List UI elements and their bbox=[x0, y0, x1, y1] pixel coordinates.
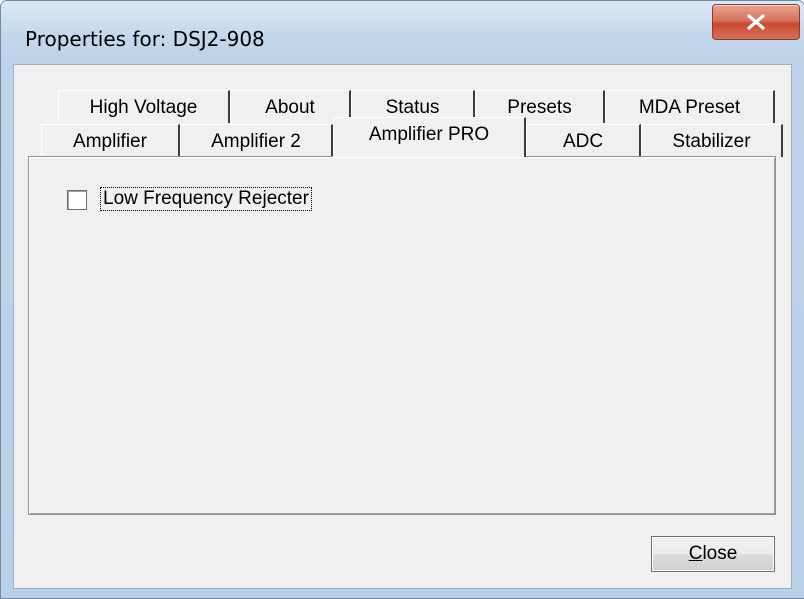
tab-label: Amplifier bbox=[73, 131, 147, 152]
tab-label: About bbox=[265, 97, 315, 118]
tab-amplifier-2[interactable]: Amplifier 2 bbox=[180, 124, 333, 157]
tab-label: ADC bbox=[562, 131, 604, 152]
properties-window: Properties for: DSJ2-908 High Voltage Ab… bbox=[0, 0, 804, 599]
tab-high-voltage[interactable]: High Voltage bbox=[58, 90, 230, 123]
tab-label: Stabilizer bbox=[672, 131, 751, 152]
tab-adc[interactable]: ADC bbox=[526, 124, 641, 157]
low-frequency-rejecter-checkbox[interactable] bbox=[67, 190, 87, 210]
tab-amplifier-pro[interactable]: Amplifier PRO bbox=[333, 117, 526, 157]
title-bar[interactable]: Properties for: DSJ2-908 bbox=[1, 1, 804, 63]
tab-label: Amplifier PRO bbox=[368, 124, 490, 145]
window-close-button[interactable] bbox=[712, 4, 800, 40]
tab-label: Presets bbox=[507, 97, 572, 118]
tab-label: Amplifier 2 bbox=[211, 131, 301, 152]
close-button-label: lose bbox=[702, 543, 738, 564]
tab-amplifier[interactable]: Amplifier bbox=[41, 124, 180, 157]
low-frequency-rejecter-label[interactable]: Low Frequency Rejecter bbox=[100, 187, 312, 211]
window-title: Properties for: DSJ2-908 bbox=[25, 27, 265, 51]
tab-mda-preset[interactable]: MDA Preset bbox=[605, 90, 775, 123]
tab-label: MDA Preset bbox=[638, 97, 741, 118]
close-x-icon bbox=[747, 14, 765, 30]
close-button-mnemonic: C bbox=[688, 543, 703, 564]
close-button[interactable]: Close bbox=[651, 536, 775, 572]
tab-label: Status bbox=[385, 97, 440, 118]
tab-stabilizer[interactable]: Stabilizer bbox=[641, 124, 783, 157]
tab-label: High Voltage bbox=[89, 97, 198, 118]
